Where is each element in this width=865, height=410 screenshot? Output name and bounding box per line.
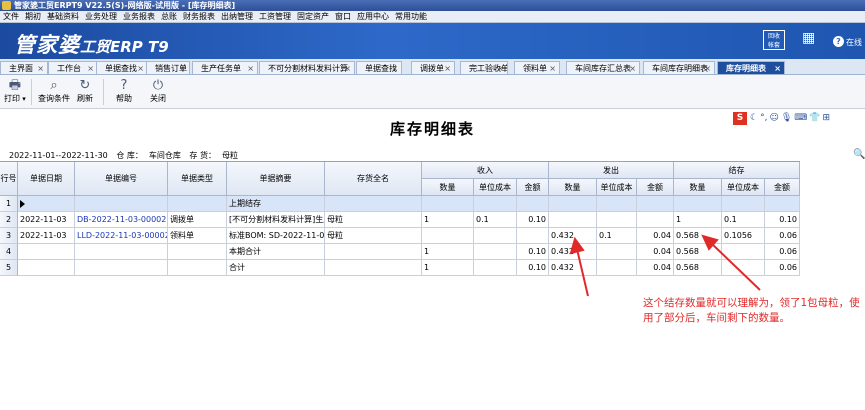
- annotation-arrow-1: [576, 248, 589, 297]
- annotation-arrow-2: [710, 242, 761, 291]
- annotation-arrowhead-1: [569, 236, 585, 255]
- annotation-arrows: [569, 234, 761, 297]
